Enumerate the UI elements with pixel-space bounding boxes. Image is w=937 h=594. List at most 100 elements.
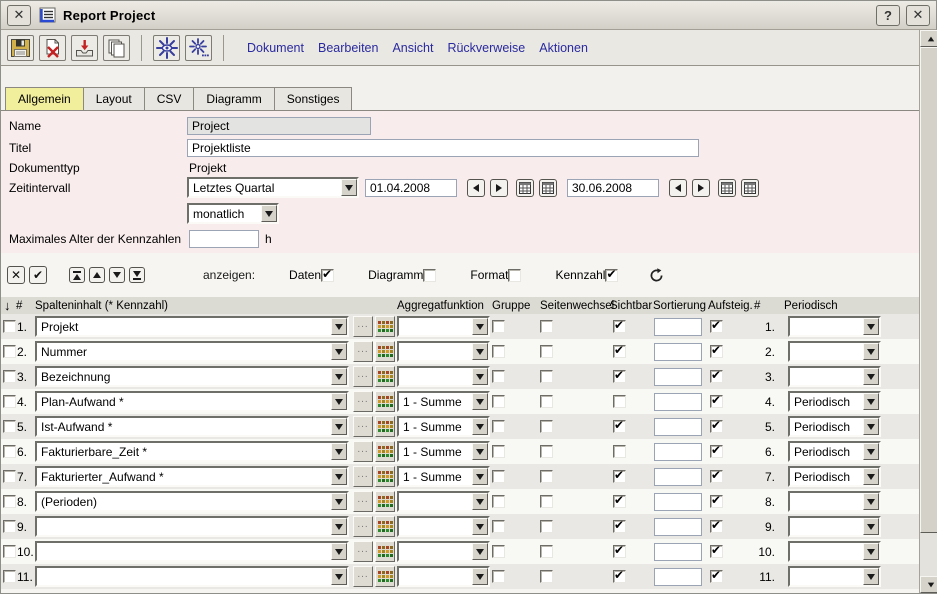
row-select-checkbox[interactable] [3, 445, 16, 458]
column-content-dropdown[interactable]: Bezeichnung [35, 366, 349, 387]
column-content-dropdown[interactable] [35, 516, 349, 537]
ellipsis-button[interactable]: ... [353, 491, 373, 512]
aggregate-function-dropdown[interactable] [397, 516, 490, 537]
date-from-input[interactable] [365, 179, 457, 197]
aufsteigend-checkbox[interactable] [710, 395, 723, 408]
aufsteigend-checkbox[interactable] [710, 570, 723, 583]
name-input[interactable] [187, 117, 371, 135]
row-select-checkbox[interactable] [3, 370, 16, 383]
periodisch-dropdown[interactable] [788, 316, 881, 337]
sortierung-input[interactable] [654, 418, 702, 436]
scroll-down-button[interactable] [920, 576, 937, 593]
aufsteigend-checkbox[interactable] [710, 420, 723, 433]
date-from-next-button[interactable] [490, 179, 508, 197]
aufsteigend-checkbox[interactable] [710, 545, 723, 558]
seitenwechsel-checkbox[interactable] [540, 445, 553, 458]
aufsteigend-checkbox[interactable] [710, 470, 723, 483]
menu-aktionen[interactable]: Aktionen [539, 41, 588, 55]
periodisch-dropdown[interactable]: Periodisch [788, 391, 881, 412]
kennzahl-grid-button[interactable] [375, 541, 395, 562]
vertical-scrollbar[interactable] [919, 30, 937, 593]
menu-dokument[interactable]: Dokument [247, 41, 304, 55]
tab-layout[interactable]: Layout [83, 87, 145, 110]
row-select-checkbox[interactable] [3, 520, 16, 533]
sichtbar-checkbox[interactable] [613, 420, 626, 433]
aggregate-function-dropdown[interactable]: 1 - Summe [397, 466, 490, 487]
aufsteigend-checkbox[interactable] [710, 345, 723, 358]
aggregate-function-dropdown[interactable] [397, 366, 490, 387]
format-checkbox[interactable] [508, 269, 521, 282]
ellipsis-button[interactable]: ... [353, 441, 373, 462]
column-content-dropdown[interactable]: (Perioden) [35, 491, 349, 512]
sichtbar-checkbox[interactable] [613, 345, 626, 358]
sortierung-input[interactable] [654, 393, 702, 411]
seitenwechsel-checkbox[interactable] [540, 545, 553, 558]
kennzahl-show-button[interactable] [153, 35, 180, 61]
periodisch-dropdown[interactable] [788, 541, 881, 562]
close-window-button[interactable]: ✕ [906, 5, 930, 26]
ellipsis-button[interactable]: ... [353, 391, 373, 412]
ellipsis-button[interactable]: ... [353, 466, 373, 487]
gruppe-checkbox[interactable] [492, 370, 505, 383]
seitenwechsel-checkbox[interactable] [540, 345, 553, 358]
sortierung-input[interactable] [654, 518, 702, 536]
gruppe-checkbox[interactable] [492, 395, 505, 408]
periodisch-dropdown[interactable] [788, 491, 881, 512]
date-from-calendar-button-2[interactable] [539, 179, 557, 197]
sortierung-input[interactable] [654, 493, 702, 511]
kennzahl-grid-button[interactable] [375, 316, 395, 337]
period-dropdown[interactable]: monatlich [187, 203, 279, 224]
tab-diagramm[interactable]: Diagramm [193, 87, 274, 110]
column-content-dropdown[interactable]: Projekt [35, 316, 349, 337]
column-content-dropdown[interactable]: Fakturierter_Aufwand * [35, 466, 349, 487]
sichtbar-checkbox[interactable] [613, 545, 626, 558]
ellipsis-button[interactable]: ... [353, 366, 373, 387]
row-select-checkbox[interactable] [3, 420, 16, 433]
column-content-dropdown[interactable]: Ist-Aufwand * [35, 416, 349, 437]
column-content-dropdown[interactable] [35, 566, 349, 587]
row-select-checkbox[interactable] [3, 345, 16, 358]
seitenwechsel-checkbox[interactable] [540, 395, 553, 408]
daten-checkbox[interactable] [321, 269, 334, 282]
kennzahl-grid-button[interactable] [375, 341, 395, 362]
refresh-button[interactable] [642, 266, 671, 285]
move-top-button[interactable] [69, 267, 85, 283]
check-all-button[interactable]: ✔ [29, 266, 47, 284]
scrollbar-thumb[interactable] [920, 47, 937, 533]
periodisch-dropdown[interactable] [788, 516, 881, 537]
date-from-calendar-button[interactable] [516, 179, 534, 197]
move-bottom-button[interactable] [129, 267, 145, 283]
sichtbar-checkbox[interactable] [613, 495, 626, 508]
aggregate-function-dropdown[interactable] [397, 491, 490, 512]
sortierung-input[interactable] [654, 318, 702, 336]
periodisch-dropdown[interactable]: Periodisch [788, 416, 881, 437]
periodisch-dropdown[interactable] [788, 341, 881, 362]
seitenwechsel-checkbox[interactable] [540, 570, 553, 583]
ellipsis-button[interactable]: ... [353, 316, 373, 337]
periodisch-dropdown[interactable]: Periodisch [788, 441, 881, 462]
sichtbar-checkbox[interactable] [613, 520, 626, 533]
aggregate-function-dropdown[interactable] [397, 566, 490, 587]
seitenwechsel-checkbox[interactable] [540, 495, 553, 508]
sichtbar-checkbox[interactable] [613, 395, 626, 408]
aggregate-function-dropdown[interactable] [397, 541, 490, 562]
copy-button[interactable] [103, 35, 130, 61]
kennzahl-grid-button[interactable] [375, 566, 395, 587]
sichtbar-checkbox[interactable] [613, 470, 626, 483]
aggregate-function-dropdown[interactable]: 1 - Summe [397, 391, 490, 412]
close-window-button-left[interactable]: ✕ [7, 5, 31, 26]
aufsteigend-checkbox[interactable] [710, 445, 723, 458]
ellipsis-button[interactable]: ... [353, 516, 373, 537]
save-button[interactable] [7, 35, 34, 61]
date-from-prev-button[interactable] [467, 179, 485, 197]
scrollbar-track[interactable] [920, 533, 937, 576]
row-select-checkbox[interactable] [3, 320, 16, 333]
zeitintervall-dropdown[interactable]: Letztes Quartal [187, 177, 359, 198]
tab-csv[interactable]: CSV [144, 87, 195, 110]
scroll-up-button[interactable] [920, 30, 937, 47]
kennzahl-grid-button[interactable] [375, 466, 395, 487]
seitenwechsel-checkbox[interactable] [540, 320, 553, 333]
column-content-dropdown[interactable] [35, 541, 349, 562]
clear-all-button[interactable]: ✕ [7, 266, 25, 284]
seitenwechsel-checkbox[interactable] [540, 470, 553, 483]
